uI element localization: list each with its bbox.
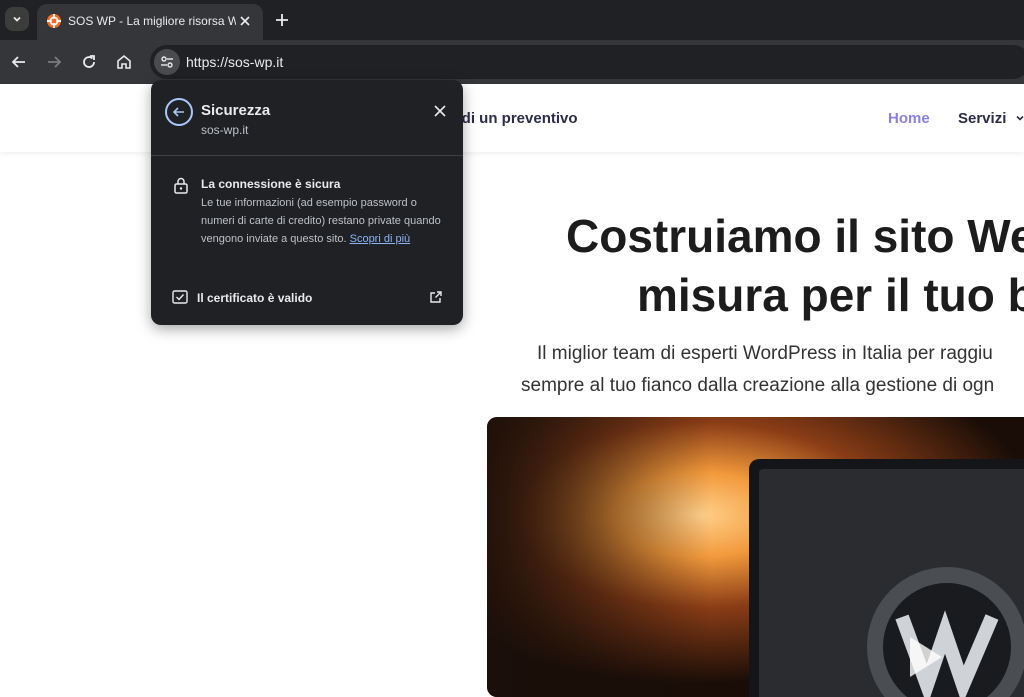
url-text: https://sos-wp.it: [186, 54, 284, 70]
tune-settings-icon: [161, 56, 173, 68]
home-icon[interactable]: [114, 52, 134, 72]
forward-arrow-icon[interactable]: [44, 52, 64, 72]
tab-search-button[interactable]: [5, 7, 29, 31]
security-popup: Sicurezza sos-wp.it La connessione è sic…: [151, 80, 463, 325]
tab-strip: SOS WP - La migliore risorsa W: [0, 0, 1024, 40]
connection-status-title: La connessione è sicura: [201, 177, 341, 191]
chevron-down-icon: [1015, 115, 1024, 121]
certificate-icon: [172, 290, 188, 304]
reload-icon[interactable]: [79, 52, 99, 72]
sos-wp-favicon-icon: [47, 14, 61, 28]
play-icon[interactable]: [892, 627, 952, 687]
learn-more-link[interactable]: Scopri di più: [350, 233, 411, 245]
certificate-valid-link[interactable]: Il certificato è valido: [197, 291, 312, 305]
hero-title-line2: misura per il tuo b: [637, 269, 1024, 321]
external-link-icon[interactable]: [429, 290, 443, 304]
hero-title-line1: Costruiamo il sito We: [566, 210, 1024, 262]
chevron-down-icon: [13, 16, 21, 22]
nav-services[interactable]: Servizi: [958, 110, 1024, 127]
address-bar[interactable]: https://sos-wp.it: [150, 45, 1024, 79]
nav-services-label: Servizi: [958, 110, 1007, 127]
nav-home[interactable]: Home: [888, 110, 930, 127]
lock-icon: [174, 177, 188, 194]
back-arrow-icon: [172, 107, 184, 117]
hero-subtitle-line1: Il miglior team di esperti WordPress in …: [537, 343, 993, 364]
close-icon[interactable]: [237, 13, 253, 29]
divider: [151, 155, 463, 156]
browser-toolbar: https://sos-wp.it: [0, 40, 1024, 84]
hero-video-image[interactable]: [487, 417, 1024, 697]
connection-description: Le tue informazioni (ad esempio password…: [201, 194, 449, 248]
hero-subtitle-line2: sempre al tuo fianco dalla creazione all…: [521, 375, 995, 396]
popup-domain: sos-wp.it: [201, 123, 249, 137]
tab-title: SOS WP - La migliore risorsa W: [68, 14, 236, 28]
back-arrow-icon[interactable]: [9, 52, 29, 72]
popup-title: Sicurezza: [201, 102, 271, 119]
browser-tab[interactable]: SOS WP - La migliore risorsa W: [37, 4, 263, 40]
site-info-button[interactable]: [154, 49, 180, 75]
new-tab-plus-icon[interactable]: [272, 10, 292, 30]
close-icon[interactable]: [433, 104, 447, 118]
back-button[interactable]: [165, 98, 193, 126]
